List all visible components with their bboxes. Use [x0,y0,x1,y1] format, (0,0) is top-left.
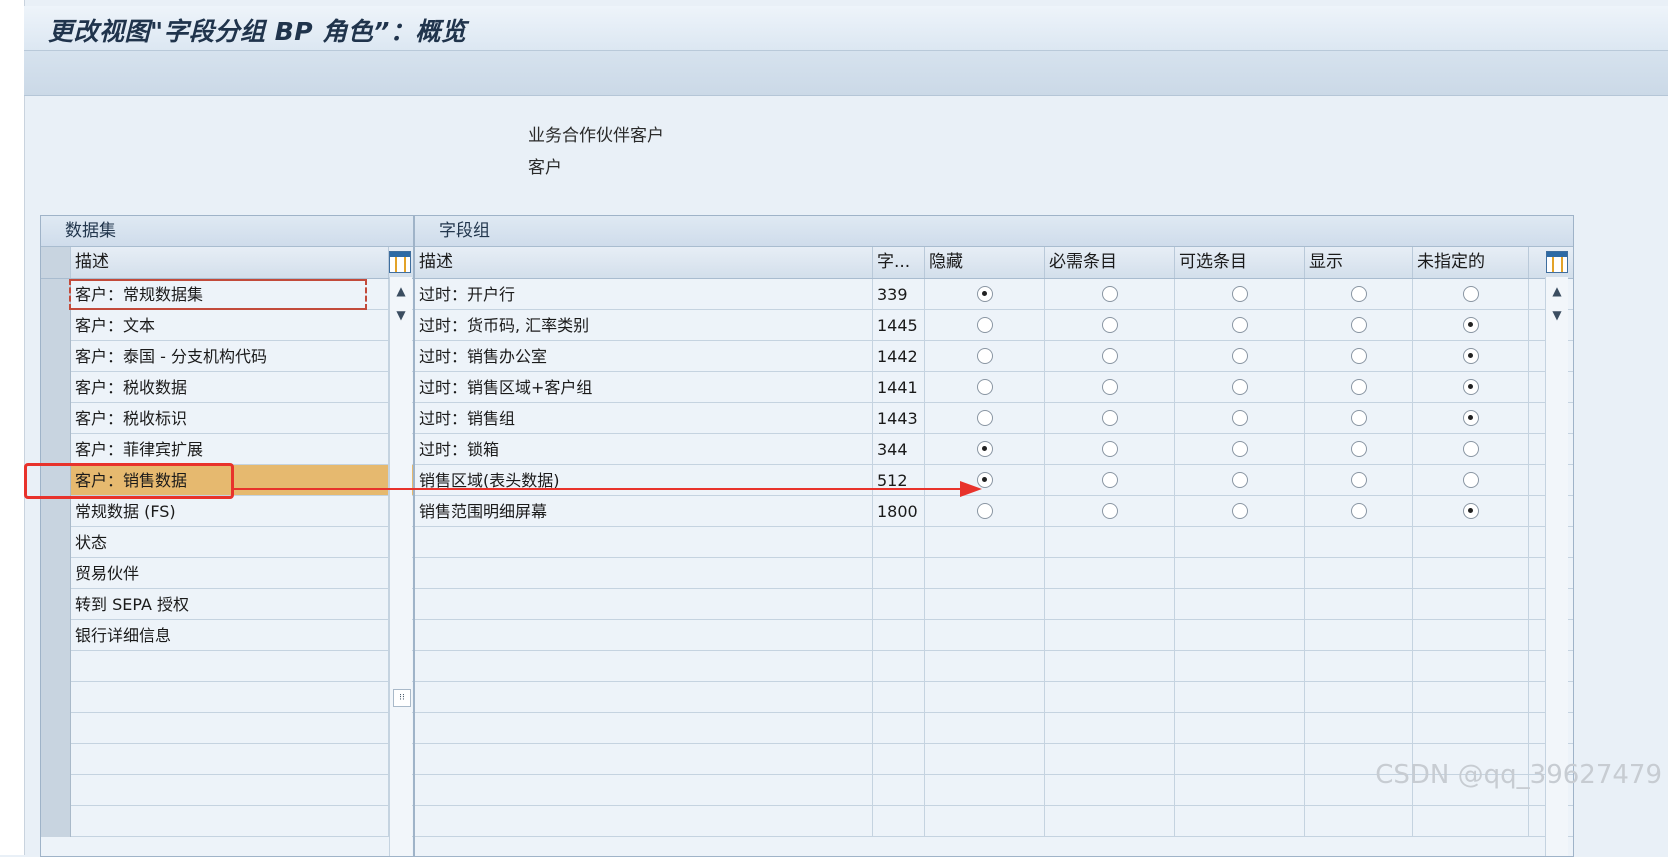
annotation-arrow [232,481,982,497]
watermark: CSDN @qq_39627479 [1375,760,1662,790]
